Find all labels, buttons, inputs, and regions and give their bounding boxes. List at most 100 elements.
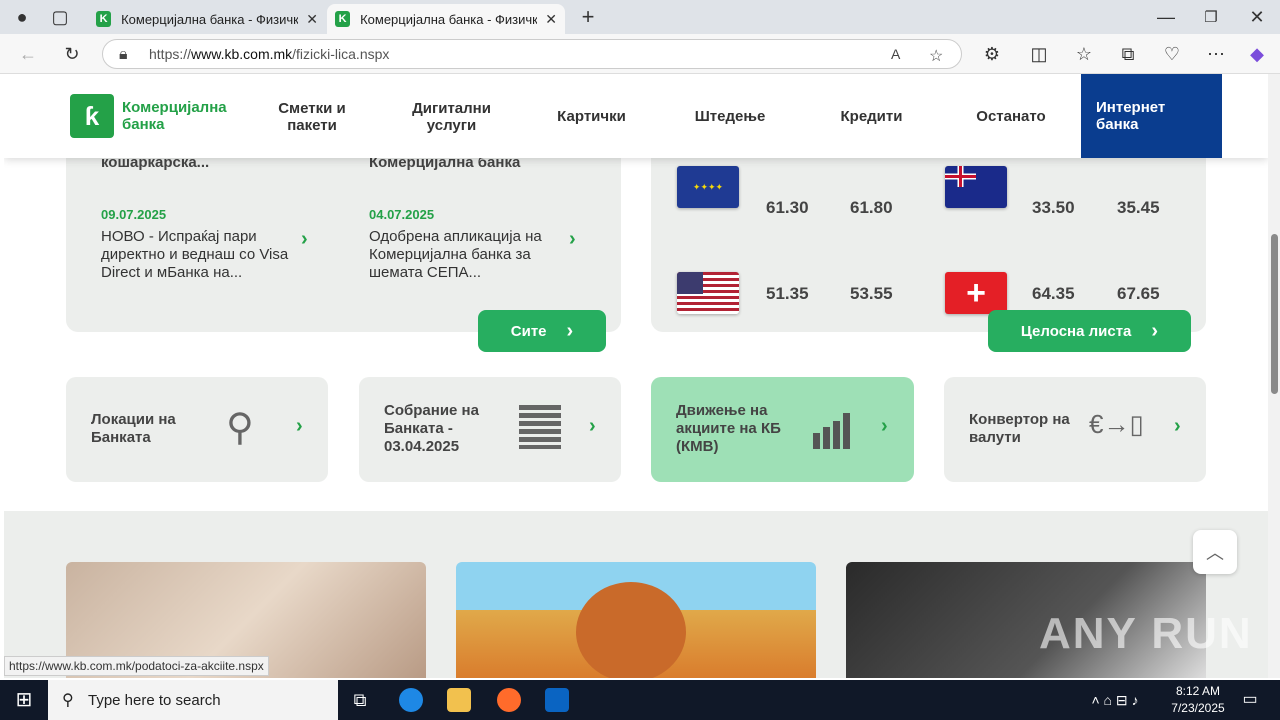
chevron-right-icon: › <box>881 415 888 437</box>
logo-text-line2: банка <box>122 116 165 133</box>
outlook-icon[interactable] <box>545 688 569 712</box>
window-close-icon[interactable]: ✕ <box>1245 5 1269 29</box>
promo-card-image[interactable] <box>456 562 816 678</box>
restore-icon[interactable]: ❐ <box>1199 5 1223 29</box>
tile-label: 03.04.2025 <box>384 438 460 455</box>
rate-sell: 61.80 <box>850 198 893 217</box>
tile-label: валути <box>969 429 1021 446</box>
eu-flag-icon: ✦✦✦✦ <box>677 166 739 208</box>
split-screen-icon[interactable]: ◫ <box>1027 42 1051 66</box>
nav-label: пакети <box>287 117 337 134</box>
nav-accounts[interactable]: Сметки и пакети <box>272 100 352 134</box>
status-url: https://www.kb.com.mk/podatoci-za-akciit… <box>4 656 269 676</box>
nav-label: Сметки и <box>278 100 346 117</box>
news-item-link[interactable]: НОВО - Испраќај пари директно и веднаш с… <box>101 228 291 282</box>
tab-title: Комерцијална банка - Физички л <box>121 11 299 27</box>
tile-label: (КМВ) <box>676 438 719 455</box>
search-icon: ⚲ <box>62 692 74 709</box>
refresh-icon[interactable]: ↻ <box>60 42 84 66</box>
chevron-right-icon: › <box>589 415 596 437</box>
collections-icon[interactable]: ⧉ <box>1116 42 1140 66</box>
nav-label: Картички <box>557 108 626 125</box>
news-date: 09.07.2025 <box>101 207 167 222</box>
browser-tab-bar: ● ▢ K Комерцијална банка - Физички л ✕ K… <box>0 0 1280 34</box>
news-date: 04.07.2025 <box>369 207 435 222</box>
tile-assembly[interactable]: Собрание на Банката - 03.04.2025 › <box>359 377 621 482</box>
full-list-label: Целосна листа <box>1020 322 1132 340</box>
tile-label: акциите на КБ <box>676 420 781 437</box>
rate-buy: 33.50 <box>1032 198 1075 217</box>
close-icon[interactable]: ✕ <box>306 11 318 28</box>
tile-label: Банката <box>91 429 151 446</box>
taskbar: ⊞ ⚲ Type here to search ⧉ ˄ ⌂ ⊟ ♪ 8:12 A… <box>0 680 1280 720</box>
browser-tab[interactable]: K Комерцијална банка - Физички л ✕ <box>88 4 326 34</box>
tab-title: Комерцијална банка - Физички л <box>360 11 538 27</box>
performance-icon[interactable]: ♡ <box>1160 42 1184 66</box>
lock-icon[interactable]: 🔒︎ <box>119 46 128 64</box>
scroll-to-top-button[interactable]: ︿ <box>1193 530 1237 574</box>
clock-date: 7/23/2025 <box>1171 701 1225 715</box>
nav-label: Дигитални <box>412 100 491 117</box>
usa-flag-icon <box>677 272 739 314</box>
nav-loans[interactable]: Кредити <box>834 108 909 125</box>
news-item-link[interactable]: Одобрена апликација на Комерцијална банк… <box>369 228 559 282</box>
copilot-icon[interactable]: ◆ <box>1245 42 1269 66</box>
page-scrollbar[interactable] <box>1268 74 1280 678</box>
extensions-icon[interactable]: ⚙ <box>980 42 1004 66</box>
tile-bank-locations[interactable]: Локации на Банката ⚲ › <box>66 377 328 482</box>
taskbar-search[interactable]: ⚲ Type here to search <box>48 680 338 720</box>
site-header: ƙ Комерцијална банка Сметки и пакети Диг… <box>4 74 1268 158</box>
read-aloud-icon[interactable]: A <box>891 46 900 62</box>
task-view-icon[interactable]: ⧉ <box>348 688 372 712</box>
close-icon[interactable]: ✕ <box>545 11 557 28</box>
scrollbar-thumb[interactable] <box>1271 234 1278 394</box>
bank-logo[interactable]: ƙ Комерцијална банка <box>70 94 227 138</box>
favorite-star-icon[interactable]: ☆ <box>929 46 943 66</box>
minimize-icon[interactable]: — <box>1154 5 1178 29</box>
firefox-icon[interactable] <box>497 688 521 712</box>
nav-label: Кредити <box>840 108 903 125</box>
nav-cards[interactable]: Картички <box>549 108 634 125</box>
more-menu-icon[interactable]: ⋯ <box>1204 42 1228 66</box>
url-host: www.kb.com.mk <box>191 46 293 62</box>
notification-icon[interactable]: ▭ <box>1238 688 1262 712</box>
currency-convert-icon: €→▯ <box>1089 409 1144 439</box>
chevron-right-icon[interactable]: › <box>301 228 308 251</box>
back-icon[interactable]: ← <box>16 42 40 66</box>
tile-label: Банката - <box>384 420 453 437</box>
browser-tab-active[interactable]: K Комерцијална банка - Физички л ✕ <box>327 4 565 34</box>
nav-other[interactable]: Останато <box>971 108 1051 125</box>
rate-buy: 64.35 <box>1032 284 1075 303</box>
windows-start-icon[interactable]: ⊞ <box>12 688 36 712</box>
chevron-right-icon: › <box>296 415 303 437</box>
favicon-icon: K <box>96 11 112 27</box>
favorites-icon[interactable]: ☆ <box>1072 42 1096 66</box>
chevron-right-icon: › <box>1174 415 1181 437</box>
new-tab-icon[interactable]: + <box>576 4 600 29</box>
nav-digital-services[interactable]: Дигитални услуги <box>404 100 499 134</box>
full-list-button[interactable]: Целосна листа › <box>988 310 1191 352</box>
nav-savings[interactable]: Штедење <box>690 108 770 125</box>
all-news-button[interactable]: Сите › <box>478 310 606 352</box>
file-explorer-icon[interactable] <box>447 688 471 712</box>
rate-sell: 67.65 <box>1117 284 1160 303</box>
nav-label: Останато <box>976 108 1046 125</box>
squirrel-illustration-icon <box>576 582 686 678</box>
chevron-right-icon[interactable]: › <box>569 228 576 251</box>
system-tray-icons[interactable]: ˄ ⌂ ⊟ ♪ <box>1070 688 1160 712</box>
rate-buy: 51.35 <box>766 284 809 303</box>
ib-label: Интернет <box>1096 99 1166 116</box>
watermark: ANY RUN <box>1039 609 1253 658</box>
taskbar-clock[interactable]: 8:12 AM 7/23/2025 <box>1163 683 1233 717</box>
url-field[interactable]: 🔒︎ https://www.kb.com.mk/fizicki-lica.ns… <box>102 39 962 69</box>
tab-actions-icon[interactable]: ▢ <box>48 5 72 29</box>
tile-share-movement[interactable]: Движење на акциите на КБ (КМВ) › <box>651 377 914 482</box>
internet-banking-button[interactable]: Интернет банка <box>1081 74 1222 158</box>
tile-currency-converter[interactable]: Конвертор на валути €→▯ › <box>944 377 1206 482</box>
clock-time: 8:12 AM <box>1175 684 1221 698</box>
building-icon <box>519 405 561 449</box>
profile-icon[interactable]: ● <box>10 5 34 29</box>
chevron-right-icon: › <box>566 319 574 342</box>
edge-icon[interactable] <box>399 688 423 712</box>
nav-label: услуги <box>426 117 477 134</box>
